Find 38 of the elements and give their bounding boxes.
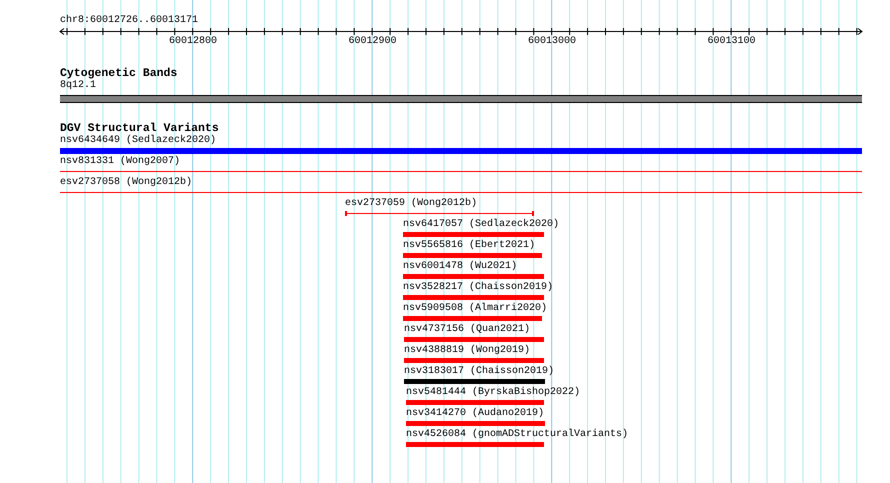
- ruler-tick-label: 60012800: [169, 36, 217, 48]
- band-label: 8q12.1: [60, 80, 96, 92]
- ruler-tick-label: 60013100: [708, 36, 756, 48]
- region-label: chr8:60012726..60013171: [60, 15, 198, 27]
- variant-label[interactable]: nsv6417057 (Sedlazeck2020): [403, 219, 560, 231]
- variant-label[interactable]: nsv5481444 (ByrskaBishop2022): [406, 387, 580, 399]
- variant-label[interactable]: nsv3183017 (Chaisson2019): [404, 366, 554, 378]
- variant-bar[interactable]: [403, 253, 542, 258]
- track-title: DGV Structural Variants: [60, 123, 219, 135]
- variant-label[interactable]: esv2737059 (Wong2012b): [345, 198, 478, 210]
- variant-bar[interactable]: [403, 295, 544, 300]
- ruler-tick-label: 60012900: [348, 36, 396, 48]
- variant-bar[interactable]: [60, 148, 862, 154]
- ruler-tick-label: 60013000: [528, 36, 576, 48]
- variant-label[interactable]: nsv5565816 (Ebert2021): [403, 240, 536, 252]
- variant-bar[interactable]: [404, 337, 544, 342]
- track-title: Cytogenetic Bands: [60, 68, 178, 80]
- variant-label[interactable]: nsv831331 (Wong2007): [60, 156, 180, 168]
- variant-bar[interactable]: [404, 379, 545, 384]
- variant-bar[interactable]: [406, 400, 544, 405]
- variant-line[interactable]: [60, 171, 862, 172]
- variant-bar[interactable]: [406, 421, 545, 426]
- variant-bar[interactable]: [406, 442, 544, 447]
- variant-span[interactable]: [345, 211, 534, 216]
- variant-label[interactable]: nsv4737156 (Quan2021): [404, 324, 530, 336]
- variant-bar[interactable]: [403, 274, 544, 279]
- variant-bar[interactable]: [404, 358, 544, 363]
- variant-label[interactable]: nsv5909508 (Almarri2020): [403, 303, 548, 315]
- variant-bar[interactable]: [403, 232, 544, 237]
- variant-label[interactable]: nsv3528217 (Chaisson2019): [403, 282, 554, 294]
- variant-label[interactable]: nsv6001478 (Wu2021): [403, 261, 518, 273]
- variant-label[interactable]: nsv3414270 (Audano2019): [406, 408, 544, 420]
- variant-label[interactable]: nsv4388819 (Wong2019): [404, 345, 530, 357]
- variant-label[interactable]: esv2737058 (Wong2012b): [60, 177, 192, 189]
- variant-label[interactable]: nsv6434649 (Sedlazeck2020): [60, 135, 216, 147]
- variant-bar[interactable]: [403, 316, 542, 321]
- variant-label[interactable]: nsv4526084 (gnomADStructuralVariants): [406, 429, 628, 441]
- variant-line[interactable]: [60, 192, 862, 193]
